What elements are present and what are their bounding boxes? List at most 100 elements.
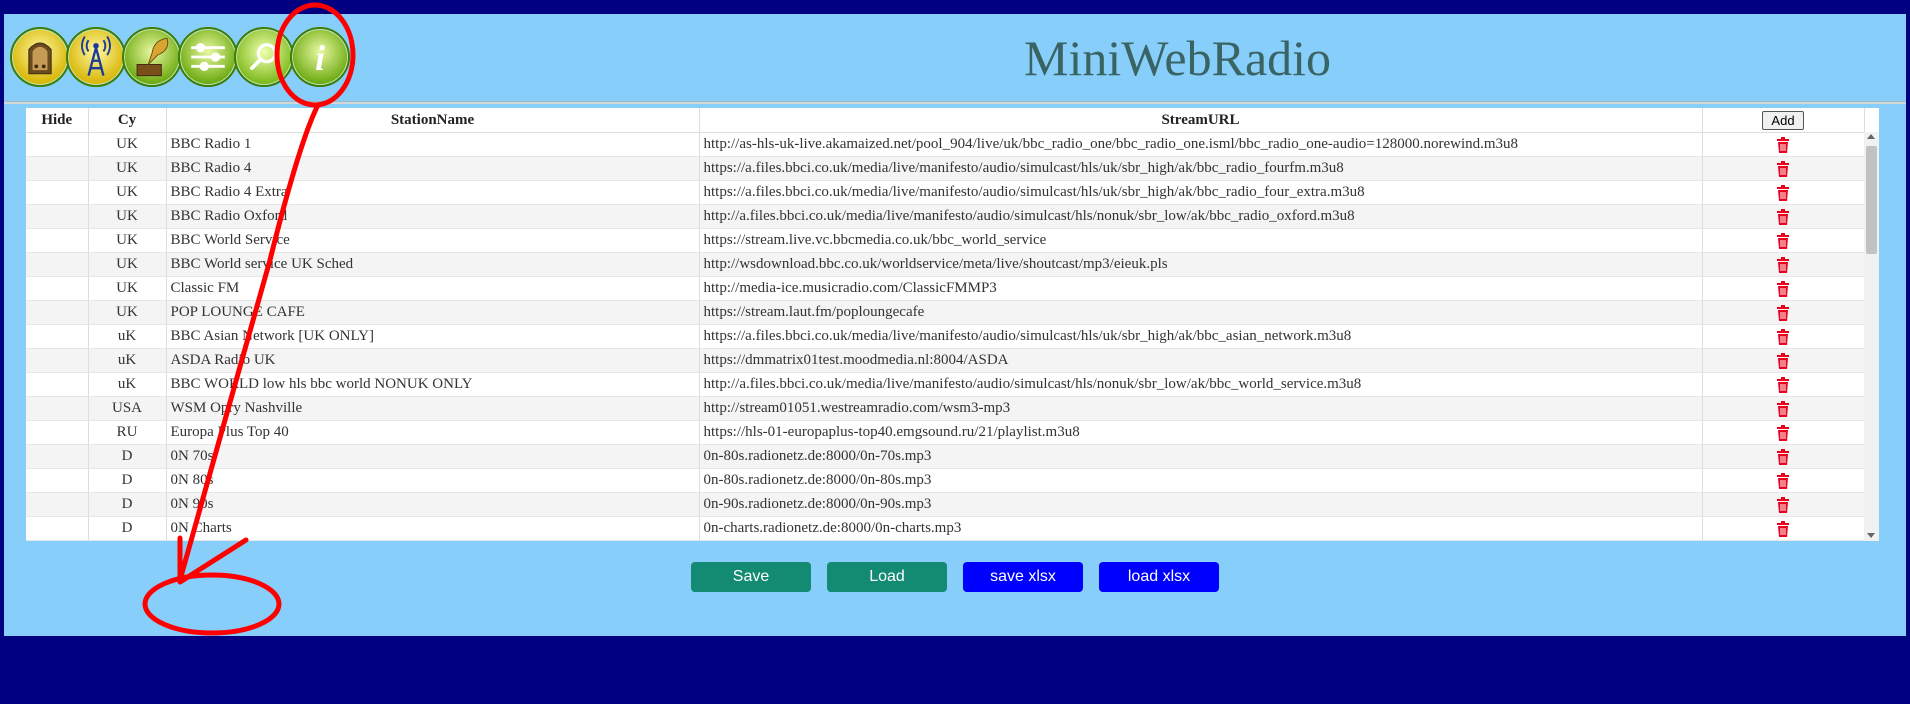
hide-cell[interactable] (26, 372, 89, 397)
stream-url-cell[interactable]: http://a.files.bbci.co.uk/media/live/man… (699, 372, 1703, 397)
table-row[interactable]: D 0N 70s 0n-80s.radionetz.de:8000/0n-70s… (26, 444, 1865, 469)
station-name-cell[interactable]: BBC World service UK Sched (166, 252, 700, 277)
country-cell[interactable]: D (88, 468, 167, 493)
nav-button-info[interactable]: i (290, 27, 350, 87)
load-xlsx-button[interactable]: load xlsx (1099, 562, 1219, 592)
station-name-cell[interactable]: Classic FM (166, 276, 700, 301)
table-row[interactable]: RU Europa Plus Top 40 https://hls-01-eur… (26, 420, 1865, 445)
trash-icon[interactable] (1776, 232, 1790, 249)
hide-cell[interactable] (26, 180, 89, 205)
trash-icon[interactable] (1776, 496, 1790, 513)
col-header-country[interactable]: Cy (88, 108, 167, 133)
save-xlsx-button[interactable]: save xlsx (963, 562, 1083, 592)
station-name-cell[interactable]: BBC Radio Oxford (166, 204, 700, 229)
add-station-button[interactable]: Add (1762, 110, 1804, 130)
table-row[interactable]: UK BBC World Service https://stream.live… (26, 228, 1865, 253)
stations-table-container[interactable]: Hide Cy StationName StreamURL Add UK BBC… (26, 108, 1879, 541)
table-row[interactable]: UK Classic FM http://media-ice.musicradi… (26, 276, 1865, 301)
station-name-cell[interactable]: BBC Asian Network [UK ONLY] (166, 324, 700, 349)
hide-cell[interactable] (26, 228, 89, 253)
country-cell[interactable]: UK (88, 204, 167, 229)
scroll-down-arrow-icon[interactable] (1867, 533, 1875, 538)
hide-cell[interactable] (26, 516, 89, 541)
table-row[interactable]: UK BBC Radio 1 http://as-hls-uk-live.aka… (26, 132, 1865, 157)
table-row[interactable]: D 0N 80s 0n-80s.radionetz.de:8000/0n-80s… (26, 468, 1865, 493)
trash-icon[interactable] (1776, 160, 1790, 177)
country-cell[interactable]: UK (88, 156, 167, 181)
station-name-cell[interactable]: Europa Plus Top 40 (166, 420, 700, 445)
load-button[interactable]: Load (827, 562, 947, 592)
scroll-up-arrow-icon[interactable] (1867, 134, 1875, 139)
country-cell[interactable]: D (88, 516, 167, 541)
hide-cell[interactable] (26, 156, 89, 181)
hide-cell[interactable] (26, 276, 89, 301)
table-row[interactable]: D 0N Charts 0n-charts.radionetz.de:8000/… (26, 516, 1865, 541)
country-cell[interactable]: UK (88, 252, 167, 277)
table-row[interactable]: UK BBC World service UK Sched http://wsd… (26, 252, 1865, 277)
trash-icon[interactable] (1776, 184, 1790, 201)
trash-icon[interactable] (1776, 304, 1790, 321)
nav-button-radio[interactable] (10, 27, 70, 87)
table-row[interactable]: UK BBC Radio 4 Extra https://a.files.bbc… (26, 180, 1865, 205)
stream-url-cell[interactable]: http://wsdownload.bbc.co.uk/worldservice… (699, 252, 1703, 277)
hide-cell[interactable] (26, 132, 89, 157)
country-cell[interactable]: uK (88, 372, 167, 397)
station-name-cell[interactable]: BBC Radio 1 (166, 132, 700, 157)
stream-url-cell[interactable]: http://a.files.bbci.co.uk/media/live/man… (699, 204, 1703, 229)
vertical-scrollbar[interactable] (1864, 132, 1879, 541)
station-name-cell[interactable]: WSM Opry Nashville (166, 396, 700, 421)
nav-button-gramophone[interactable] (122, 27, 182, 87)
station-name-cell[interactable]: 0N Charts (166, 516, 700, 541)
station-name-cell[interactable]: BBC Radio 4 (166, 156, 700, 181)
country-cell[interactable]: uK (88, 324, 167, 349)
trash-icon[interactable] (1776, 376, 1790, 393)
save-button[interactable]: Save (691, 562, 811, 592)
col-header-station-name[interactable]: StationName (166, 108, 700, 133)
nav-button-settings[interactable] (178, 27, 238, 87)
table-row[interactable]: uK ASDA Radio UK https://dmmatrix01test.… (26, 348, 1865, 373)
trash-icon[interactable] (1776, 448, 1790, 465)
station-name-cell[interactable]: 0N 70s (166, 444, 700, 469)
trash-icon[interactable] (1776, 352, 1790, 369)
stream-url-cell[interactable]: http://media-ice.musicradio.com/ClassicF… (699, 276, 1703, 301)
stream-url-cell[interactable]: http://as-hls-uk-live.akamaized.net/pool… (699, 132, 1703, 157)
station-name-cell[interactable]: BBC WORLD low hls bbc world NONUK ONLY (166, 372, 700, 397)
nav-button-antenna[interactable] (66, 27, 126, 87)
stream-url-cell[interactable]: https://a.files.bbci.co.uk/media/live/ma… (699, 324, 1703, 349)
country-cell[interactable]: UK (88, 180, 167, 205)
hide-cell[interactable] (26, 324, 89, 349)
hide-cell[interactable] (26, 468, 89, 493)
table-row[interactable]: uK BBC Asian Network [UK ONLY] https://a… (26, 324, 1865, 349)
stream-url-cell[interactable]: https://stream.laut.fm/poploungecafe (699, 300, 1703, 325)
hide-cell[interactable] (26, 396, 89, 421)
station-name-cell[interactable]: 0N 80s (166, 468, 700, 493)
trash-icon[interactable] (1776, 136, 1790, 153)
station-name-cell[interactable]: BBC World Service (166, 228, 700, 253)
stream-url-cell[interactable]: https://stream.live.vc.bbcmedia.co.uk/bb… (699, 228, 1703, 253)
country-cell[interactable]: D (88, 492, 167, 517)
trash-icon[interactable] (1776, 400, 1790, 417)
country-cell[interactable]: UK (88, 276, 167, 301)
scrollbar-thumb[interactable] (1866, 146, 1877, 254)
stream-url-cell[interactable]: 0n-charts.radionetz.de:8000/0n-charts.mp… (699, 516, 1703, 541)
table-row[interactable]: D 0N 90s 0n-90s.radionetz.de:8000/0n-90s… (26, 492, 1865, 517)
table-row[interactable]: USA WSM Opry Nashville http://stream0105… (26, 396, 1865, 421)
stream-url-cell[interactable]: https://a.files.bbci.co.uk/media/live/ma… (699, 156, 1703, 181)
country-cell[interactable]: D (88, 444, 167, 469)
stream-url-cell[interactable]: http://stream01051.westreamradio.com/wsm… (699, 396, 1703, 421)
stream-url-cell[interactable]: https://hls-01-europaplus-top40.emgsound… (699, 420, 1703, 445)
hide-cell[interactable] (26, 204, 89, 229)
country-cell[interactable]: UK (88, 132, 167, 157)
country-cell[interactable]: USA (88, 396, 167, 421)
stream-url-cell[interactable]: 0n-80s.radionetz.de:8000/0n-80s.mp3 (699, 468, 1703, 493)
stream-url-cell[interactable]: 0n-90s.radionetz.de:8000/0n-90s.mp3 (699, 492, 1703, 517)
trash-icon[interactable] (1776, 328, 1790, 345)
trash-icon[interactable] (1776, 520, 1790, 537)
hide-cell[interactable] (26, 444, 89, 469)
station-name-cell[interactable]: ASDA Radio UK (166, 348, 700, 373)
hide-cell[interactable] (26, 492, 89, 517)
station-name-cell[interactable]: POP LOUNGE CAFE (166, 300, 700, 325)
nav-button-search[interactable] (234, 27, 294, 87)
station-name-cell[interactable]: 0N 90s (166, 492, 700, 517)
hide-cell[interactable] (26, 252, 89, 277)
